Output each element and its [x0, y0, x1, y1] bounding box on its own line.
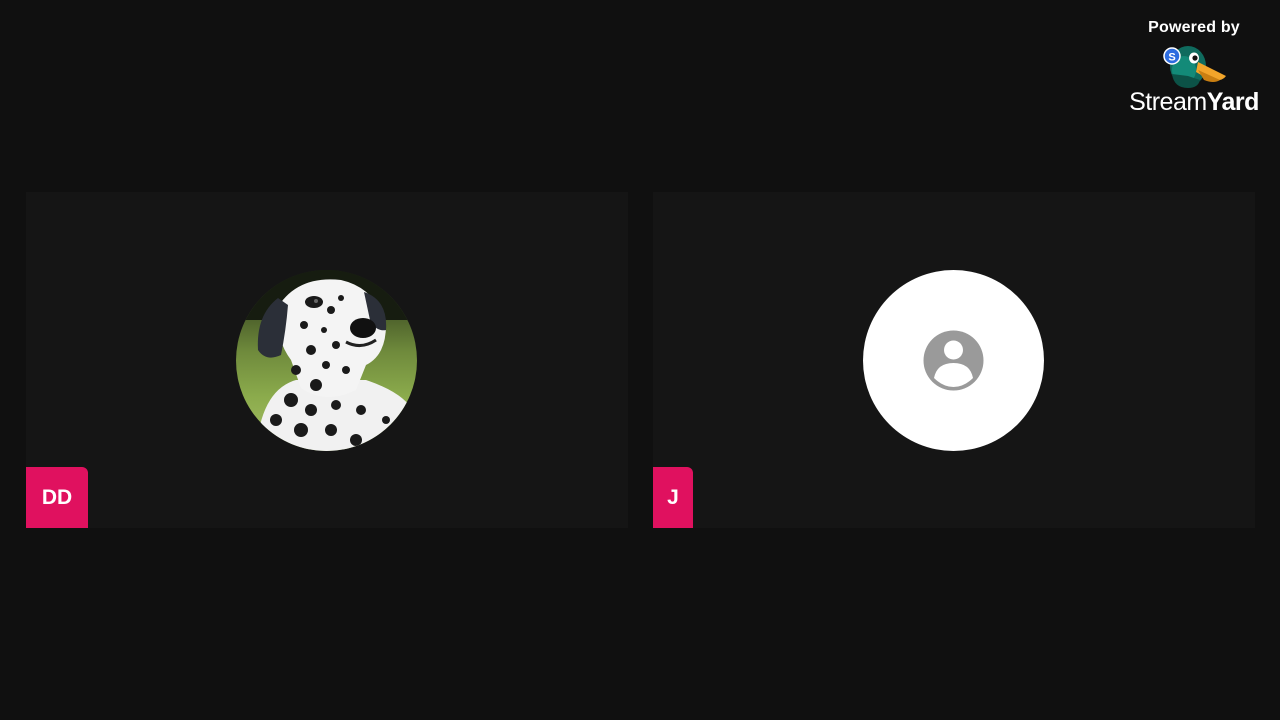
powered-by-label: Powered by — [1148, 19, 1240, 36]
streamyard-duck-icon: S — [1163, 46, 1226, 88]
streamyard-wordmark: StreamYard — [1129, 88, 1259, 116]
participant-name-tag-dd: DD — [26, 467, 88, 528]
stream-stage: Powered by S StreamYard DD J — [0, 0, 1280, 720]
svg-text:S: S — [1168, 52, 1175, 64]
participant-name-tag-j: J — [653, 467, 693, 528]
participant-tile-j[interactable]: J — [653, 192, 1255, 528]
dalmatian-photo — [236, 270, 417, 451]
brand-name-part2: Yard — [1206, 88, 1260, 116]
default-person-icon — [923, 330, 984, 391]
participant-avatar-j — [863, 270, 1044, 451]
streamyard-branding: Powered by S StreamYard — [1124, 18, 1264, 116]
brand-name-part1: Stream — [1129, 88, 1207, 116]
participant-tile-dd[interactable]: DD — [26, 192, 628, 528]
participant-avatar-dd — [236, 270, 417, 451]
